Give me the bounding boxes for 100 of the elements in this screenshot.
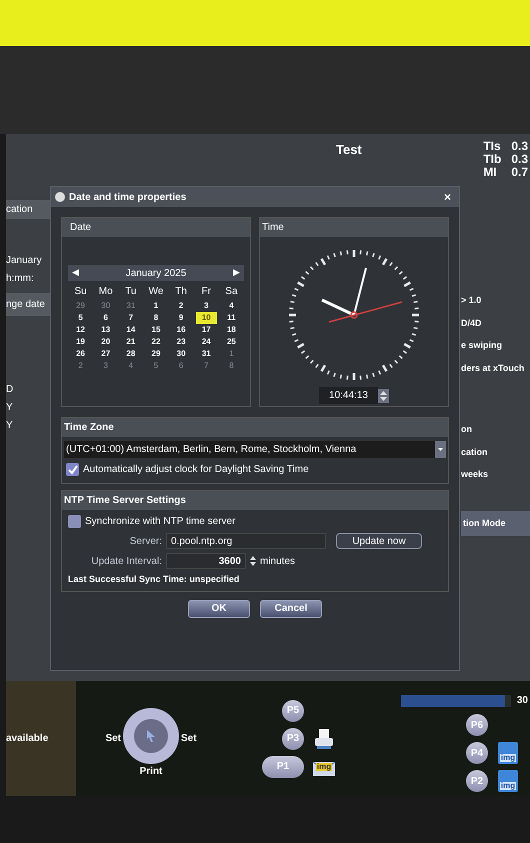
interval-field[interactable]: 3600: [166, 553, 246, 569]
set-label: Set: [105, 732, 121, 746]
calendar-day[interactable]: 4: [120, 360, 142, 372]
calendar-day[interactable]: 16: [170, 324, 192, 336]
calendar-day[interactable]: 9: [170, 312, 192, 324]
calendar-day[interactable]: 20: [95, 336, 116, 348]
calendar-day[interactable]: 18: [220, 324, 242, 336]
close-button[interactable]: ×: [444, 188, 451, 206]
calendar-day[interactable]: 1: [220, 348, 242, 360]
calendar-day[interactable]: 3: [196, 300, 217, 312]
calendar-day[interactable]: 5: [70, 312, 92, 324]
pointer-icon: [146, 730, 156, 742]
calendar-day[interactable]: 7: [196, 360, 217, 372]
calendar-day[interactable]: 24: [196, 336, 217, 348]
spinner-icon[interactable]: [250, 555, 256, 567]
group-heading: Date: [62, 218, 250, 237]
floppy-icon: img: [498, 770, 518, 792]
calendar-day[interactable]: 11: [220, 312, 242, 324]
checkbox[interactable]: [68, 515, 81, 528]
field-label: Server:: [128, 534, 162, 548]
group-heading: Time: [260, 218, 448, 237]
checkbox[interactable]: [66, 463, 79, 476]
index-value: 0.3: [511, 153, 528, 166]
calendar-day[interactable]: 2: [170, 300, 192, 312]
calendar-day[interactable]: 6: [170, 360, 192, 372]
weekday-label: Mo: [98, 285, 114, 299]
update-now-button[interactable]: Update now: [336, 533, 422, 549]
setting-text: January: [6, 254, 43, 268]
setting-text: on: [461, 423, 473, 436]
setting-text: cation: [461, 446, 489, 458]
calendar-day[interactable]: 14: [120, 324, 142, 336]
weekday-label: We: [148, 285, 164, 299]
checkbox-label: Automatically adjust clock for Daylight Saving Time: [83, 463, 309, 477]
setting-text: Y: [6, 419, 14, 433]
field-label: Update Interval:: [90, 554, 162, 568]
calendar-day[interactable]: 15: [145, 324, 167, 336]
calendar-day[interactable]: 27: [95, 348, 116, 360]
calendar-day[interactable]: 13: [95, 324, 116, 336]
index-label: MI: [483, 166, 498, 179]
index-value: 0.7: [511, 166, 528, 179]
group-heading: NTP Time Server Settings: [62, 491, 448, 510]
index-label: TIb: [483, 153, 502, 166]
calendar-day[interactable]: 30: [170, 348, 192, 360]
screen-title: Test: [336, 141, 362, 159]
dialog-button[interactable]: OK: [188, 600, 250, 618]
setting-text: ders at xTouch: [461, 362, 526, 374]
calendar-day[interactable]: 29: [70, 300, 92, 312]
next-month-button[interactable]: ▶: [232, 266, 240, 280]
section-heading: cation: [6, 200, 50, 219]
calendar-day[interactable]: 6: [95, 312, 116, 324]
print-label: Print: [140, 765, 162, 779]
weekday-label: Fr: [200, 285, 212, 299]
calendar-day[interactable]: 31: [120, 300, 142, 312]
setting-text: D/4D: [461, 316, 483, 330]
last-sync-text: Last Successful Sync Time: unspecified: [67, 573, 240, 586]
dialog-title: Date and time properties: [69, 190, 186, 204]
calendar-day[interactable]: 26: [70, 348, 92, 360]
calendar-day[interactable]: 1: [145, 300, 167, 312]
calendar-day[interactable]: 17: [196, 324, 217, 336]
setting-text: Y: [6, 401, 14, 415]
calendar-day[interactable]: 12: [70, 324, 92, 336]
calendar-day[interactable]: 8: [220, 360, 242, 372]
calendar-day[interactable]: 28: [120, 348, 142, 360]
previous-month-button[interactable]: ◀: [72, 266, 79, 280]
unit-label: minutes: [260, 554, 296, 568]
calendar-day[interactable]: 25: [220, 336, 242, 348]
calendar-day[interactable]: 5: [145, 360, 167, 372]
mode-button[interactable]: tion Mode: [461, 510, 530, 536]
spinner-icon[interactable]: [378, 388, 389, 402]
calendar-day[interactable]: 3: [95, 360, 116, 372]
time-field[interactable]: 10:44:13: [319, 387, 378, 404]
progress-reading: 30: [516, 694, 528, 708]
dialog-button[interactable]: Cancel: [260, 600, 322, 618]
calendar-day[interactable]: 31: [196, 348, 217, 360]
change-date-button[interactable]: nge date: [6, 293, 50, 316]
weekday-label: Su: [73, 285, 88, 299]
printer-icon: [313, 728, 335, 750]
group-heading: Time Zone: [62, 418, 448, 437]
calendar-day[interactable]: 2: [70, 360, 92, 372]
calendar-day[interactable]: 23: [170, 336, 192, 348]
month-label: January 2025: [126, 266, 186, 280]
calendar-day[interactable]: 19: [70, 336, 92, 348]
weekday-label: Tu: [124, 285, 138, 299]
calendar-day[interactable]: 7: [120, 312, 142, 324]
setting-text: D: [6, 383, 14, 397]
calendar-day[interactable]: 10: [196, 312, 217, 324]
calendar-day[interactable]: 29: [145, 348, 167, 360]
calendar-day[interactable]: 30: [95, 300, 116, 312]
setting-text: h:mm:: [6, 272, 35, 286]
status-text: available: [6, 681, 76, 796]
server-field[interactable]: 0.pool.ntp.org: [166, 533, 326, 549]
weekday-label: Th: [174, 285, 188, 299]
calendar-day[interactable]: 8: [145, 312, 167, 324]
time-zone-dropdown[interactable]: (UTC+01:00) Amsterdam, Berlin, Bern, Rome, Stockholm, Vienna: [64, 441, 446, 458]
floppy-icon: img: [498, 742, 518, 764]
calendar-day[interactable]: 22: [145, 336, 167, 348]
calendar-day[interactable]: 4: [220, 300, 242, 312]
setting-text: weeks: [461, 468, 490, 481]
setting-text: e swiping: [461, 339, 504, 352]
calendar-day[interactable]: 21: [120, 336, 142, 348]
